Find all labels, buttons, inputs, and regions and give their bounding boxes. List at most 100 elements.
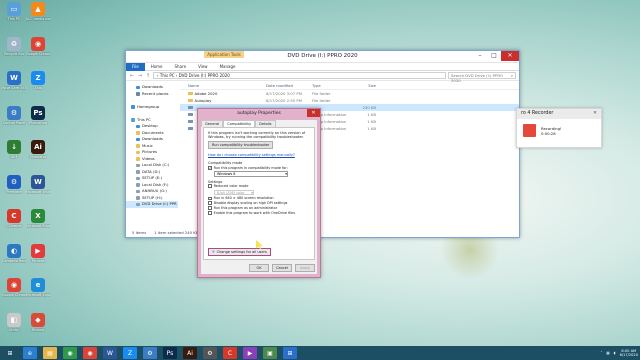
folder-icon <box>136 196 140 200</box>
taskbar-ai-icon[interactable]: Ai <box>183 347 197 359</box>
desktop-icon[interactable]: ◧ Utility <box>2 312 26 332</box>
ribbon-manage[interactable]: Manage <box>214 64 242 69</box>
desktop-icon[interactable]: Z Zalo <box>26 71 50 90</box>
tab-general[interactable]: General <box>201 120 224 127</box>
desktop-icon[interactable]: ⚙ Control Panel <box>2 105 26 125</box>
search-input[interactable]: Search DVD Drive (I:) PPRO 2020 ⌕ <box>448 72 516 83</box>
desktop-icon[interactable]: ◉ Google Chrome <box>2 278 26 297</box>
taskbar-zalo-icon[interactable]: Z <box>123 347 137 359</box>
file-row[interactable]: Autoplay 6/17/2020 2:55 PM File folder <box>180 97 519 104</box>
desktop-icon[interactable]: ⚙ Premiere <box>2 174 26 194</box>
troubleshooter-button[interactable]: Run compatibility troubleshooter <box>208 141 274 150</box>
desktop-icon[interactable]: ◆ Ribbon <box>26 312 50 332</box>
dialog-tabs: General Compatibility Details <box>201 120 317 127</box>
desktop-icon[interactable]: C CCleaner <box>2 209 26 228</box>
desktop-icon[interactable]: ◐Camtasia Recorder <box>2 243 26 263</box>
explorer-window[interactable]: Application Tools DVD Drive (I:) PPRO 20… <box>125 50 520 238</box>
taskbar-camtasia-icon[interactable]: ◉ <box>63 347 77 359</box>
onedrive-checkbox[interactable]: Enable this program to work with OneDriv… <box>208 210 310 215</box>
col-name[interactable]: Name <box>180 82 266 89</box>
compat-os-select[interactable]: Windows 8 ▾ <box>214 171 288 177</box>
tab-details[interactable]: Details <box>255 120 276 127</box>
minimize-icon[interactable]: – <box>473 51 487 61</box>
taskbar-explorer-icon[interactable]: ▤ <box>43 347 57 359</box>
col-date[interactable]: Date modified <box>266 82 312 89</box>
network-icon[interactable]: ▦ <box>606 351 609 355</box>
folder-icon <box>188 91 193 96</box>
desktop-icon[interactable]: ▭ This PC <box>2 2 26 21</box>
desktop-icon[interactable]: X Microsoft Edge <box>26 209 50 228</box>
taskbar-windows-icon[interactable]: ⊞ <box>283 347 297 359</box>
address-bar[interactable]: › This PC › DVD Drive (I:) PPRO 2020 <box>153 72 446 79</box>
properties-dialog[interactable]: autoplay Properties ✕ General Compatibil… <box>197 108 321 278</box>
volume-icon[interactable]: ◖ <box>614 351 616 355</box>
desktop-icon[interactable]: e Microsoft Edge <box>26 278 50 297</box>
desktop-icon[interactable]: W Wise Care 365 <box>2 71 26 90</box>
address-row: ← → ↑ › This PC › DVD Drive (I:) PPRO 20… <box>126 71 519 83</box>
taskbar-media-icon[interactable]: ▶ <box>243 347 257 359</box>
taskbar-control-icon[interactable]: ⚙ <box>143 347 157 359</box>
forward-icon[interactable]: → <box>137 73 143 79</box>
taskbar-settings-icon[interactable]: ⚙ <box>203 347 217 359</box>
back-icon[interactable]: ← <box>129 73 135 79</box>
desktop-icon-label: Camtasia Recorder <box>2 258 26 263</box>
dialog-close-icon[interactable]: ✕ <box>307 109 320 117</box>
taskbar-ps-icon[interactable]: Ps <box>163 347 177 359</box>
checkbox-icon <box>208 206 212 210</box>
app-icon: ◉ <box>31 36 45 51</box>
app-icon: ⚙ <box>7 105 21 120</box>
desktop-icon-label: Photoshop <box>29 120 47 125</box>
recorder-close-icon[interactable]: ✕ <box>589 109 601 119</box>
file-row[interactable]: Adobe 2020 6/17/2020 3:07 PM File folder <box>180 90 519 97</box>
app-icon: ▶ <box>31 243 45 258</box>
app-icon: ◉ <box>7 278 21 292</box>
maximize-icon[interactable]: □ <box>487 51 501 61</box>
file-size <box>360 97 376 104</box>
ok-button[interactable]: OK <box>249 264 269 272</box>
apply-button[interactable]: Apply <box>295 264 315 272</box>
desktop-icon[interactable]: ▲VLC media player <box>26 2 50 21</box>
nav-item-label: DVD Drive (I:) PPR <box>142 201 177 206</box>
up-icon[interactable]: ↑ <box>145 73 151 79</box>
ribbon-home[interactable]: Home <box>145 64 169 69</box>
taskbar-ccleaner-icon[interactable]: C <box>223 347 237 359</box>
taskbar-ie-icon[interactable]: e <box>23 347 37 359</box>
navigation-pane: Downloads Recent places Homegroup This PC De… <box>126 82 178 227</box>
desktop-icon[interactable]: ▶ Filmora <box>26 243 50 263</box>
ribbon-share[interactable]: Share <box>169 64 193 69</box>
stop-record-icon[interactable] <box>523 124 536 137</box>
desktop-icon[interactable]: Ai Illustrator <box>26 140 50 159</box>
desktop-icon[interactable]: ♻ Recycle Bin <box>2 36 26 56</box>
cancel-button[interactable]: Cancel <box>272 264 292 272</box>
file-name: Adobe 2020 <box>194 91 218 96</box>
all-users-button[interactable]: ⛨ Change settings for all users <box>208 248 271 256</box>
desktop-icon[interactable]: W Microsoft Word <box>26 174 50 194</box>
col-type[interactable]: Type <box>312 82 360 89</box>
app-icon: X <box>31 209 45 223</box>
close-icon[interactable]: ✕ <box>501 51 519 61</box>
desktop-icon[interactable]: ◉ Google Chrome <box>26 36 50 56</box>
compat-mode-checkbox[interactable]: ✓ Run this program in compatibility mode… <box>208 165 310 170</box>
col-size[interactable]: Size <box>360 82 376 89</box>
dialog-title: autoplay Properties <box>237 111 281 116</box>
recorder-widget[interactable]: ro 4 Recorder ✕ Recording! 0:00:28 <box>516 108 602 148</box>
manual-settings-link[interactable]: How do I choose compatibility settings m… <box>208 153 295 157</box>
clock[interactable]: 8:00 AM 6/17/2020 <box>620 349 638 357</box>
reduced-color-checkbox[interactable]: Reduced color mode <box>208 184 310 189</box>
taskbar-word-icon[interactable]: W <box>103 347 117 359</box>
ribbon-file[interactable]: File <box>126 62 145 71</box>
nav-item[interactable]: DVD Drive (I:) PPR <box>126 201 178 208</box>
taskbar-chrome-icon[interactable]: ◉ <box>83 347 97 359</box>
taskbar-photos-icon[interactable]: ▣ <box>263 347 277 359</box>
taskbar-start-icon[interactable]: ⊞ <box>3 347 17 359</box>
recorder-header[interactable]: ro 4 Recorder ✕ <box>517 109 601 119</box>
explorer-titlebar[interactable]: Application Tools DVD Drive (I:) PPRO 20… <box>126 51 519 63</box>
tab-compatibility[interactable]: Compatibility <box>223 120 256 127</box>
desktop-icon[interactable]: ↓ IDM <box>2 140 26 159</box>
tray-chevron-icon[interactable]: ˄ <box>600 351 602 355</box>
dialog-titlebar[interactable]: autoplay Properties ✕ <box>198 109 320 118</box>
taskbar: ⊞ e ▤ ◉ ◉ W Z ⚙ Ps Ai ⚙ C ▶ ▣ ⊞ ˄ ▦ ◖ 8:00 AM 6/17/202… <box>0 346 640 360</box>
ribbon-view[interactable]: View <box>192 64 214 69</box>
desktop-icon[interactable]: Ps Photoshop <box>26 105 50 125</box>
nav-item-label: Homegroup <box>137 103 160 109</box>
